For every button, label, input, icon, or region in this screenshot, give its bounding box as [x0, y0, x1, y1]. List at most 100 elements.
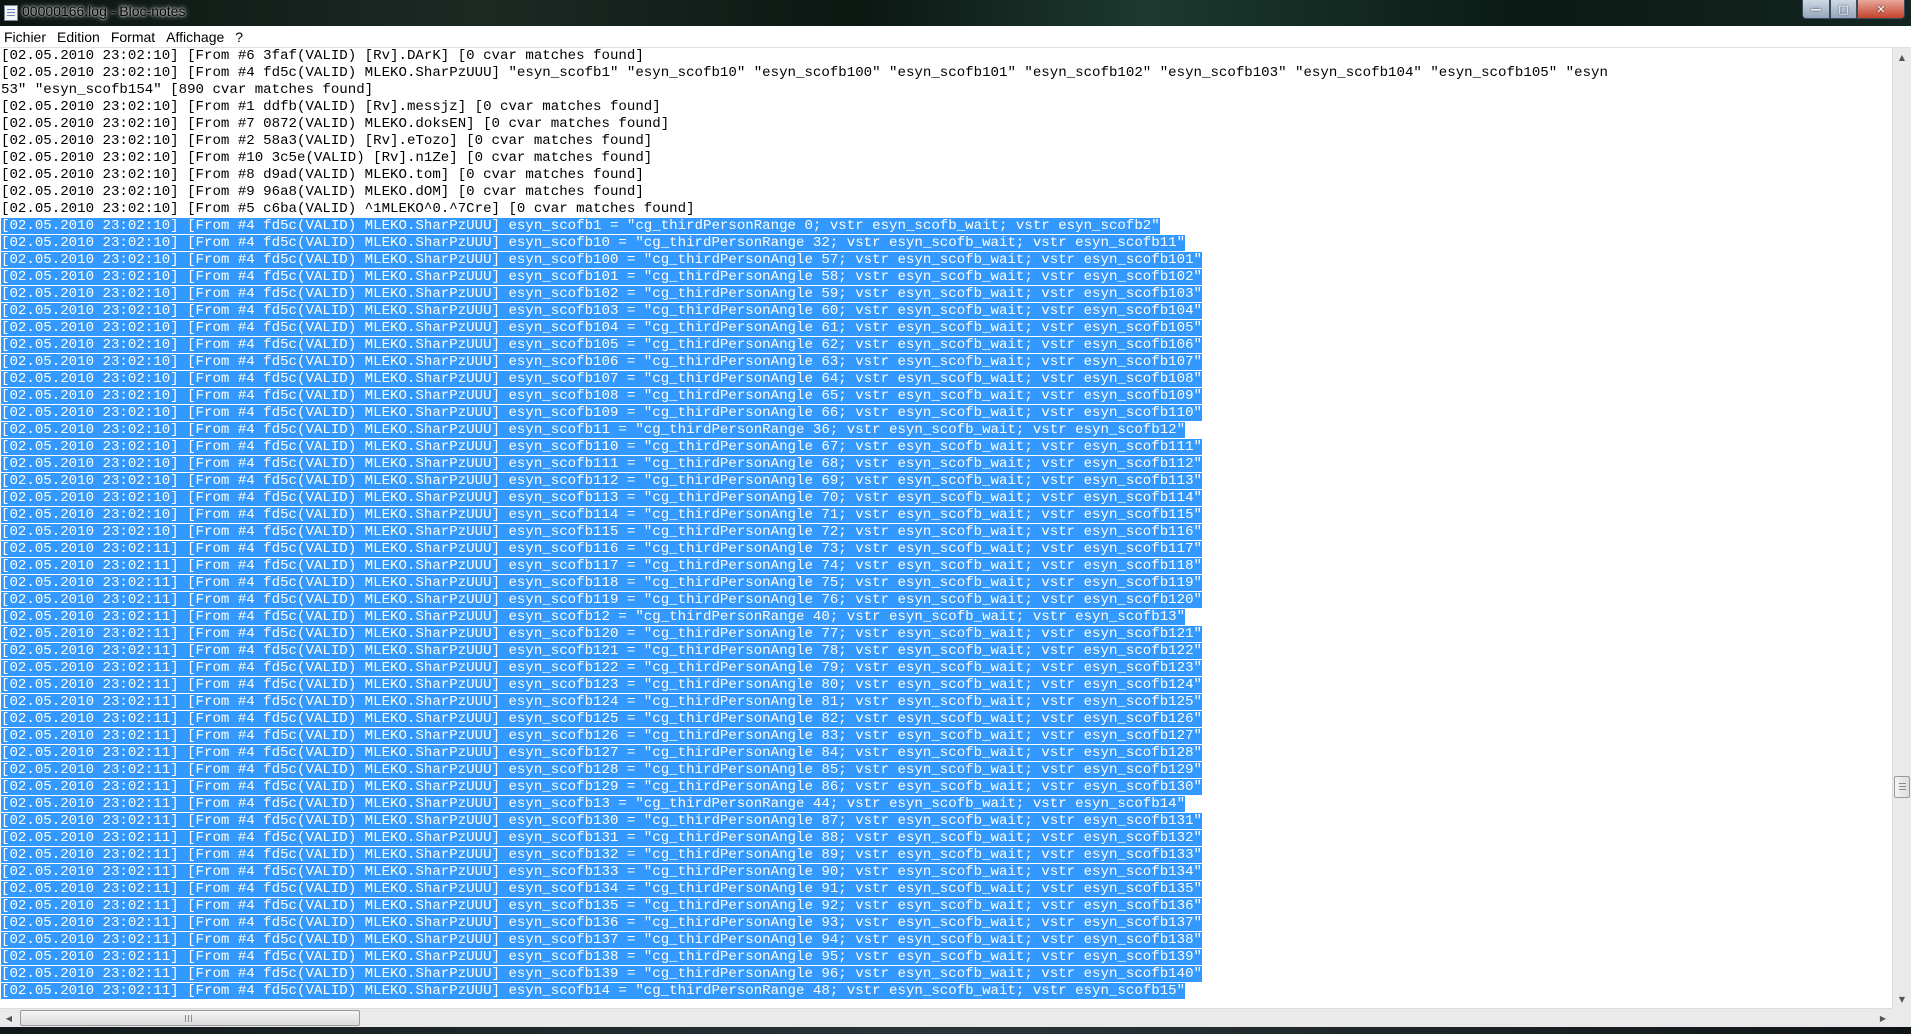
text-line[interactable]: [02.05.2010 23:02:10] [From #1 ddfb(VALI…: [1, 99, 1892, 116]
text-line-content: [02.05.2010 23:02:10] [From #5 c6ba(VALI…: [1, 201, 695, 217]
text-line[interactable]: [02.05.2010 23:02:10] [From #4 fd5c(VALI…: [1, 235, 1892, 252]
horizontal-scroll-thumb[interactable]: [20, 1010, 360, 1026]
text-line[interactable]: [02.05.2010 23:02:10] [From #2 58a3(VALI…: [1, 133, 1892, 150]
text-line-content: [02.05.2010 23:02:11] [From #4 fd5c(VALI…: [1, 779, 1202, 795]
menu-affichage[interactable]: Affichage: [162, 29, 231, 45]
scroll-up-icon[interactable]: ▲: [1893, 48, 1911, 66]
text-line[interactable]: [02.05.2010 23:02:10] [From #6 3faf(VALI…: [1, 48, 1892, 65]
text-line-content: [02.05.2010 23:02:11] [From #4 fd5c(VALI…: [1, 847, 1202, 863]
text-line-content: [02.05.2010 23:02:10] [From #4 fd5c(VALI…: [1, 439, 1202, 455]
text-line[interactable]: [02.05.2010 23:02:10] [From #4 fd5c(VALI…: [1, 524, 1892, 541]
maximize-button[interactable]: □: [1830, 0, 1857, 19]
text-line[interactable]: [02.05.2010 23:02:11] [From #4 fd5c(VALI…: [1, 694, 1892, 711]
text-line[interactable]: [02.05.2010 23:02:10] [From #4 fd5c(VALI…: [1, 422, 1892, 439]
text-line[interactable]: [02.05.2010 23:02:10] [From #4 fd5c(VALI…: [1, 218, 1892, 235]
text-line-content: [02.05.2010 23:02:10] [From #4 fd5c(VALI…: [1, 388, 1202, 404]
text-line[interactable]: [02.05.2010 23:02:11] [From #4 fd5c(VALI…: [1, 966, 1892, 983]
text-line[interactable]: [02.05.2010 23:02:10] [From #7 0872(VALI…: [1, 116, 1892, 133]
text-line[interactable]: [02.05.2010 23:02:11] [From #4 fd5c(VALI…: [1, 592, 1892, 609]
text-line[interactable]: [02.05.2010 23:02:10] [From #4 fd5c(VALI…: [1, 490, 1892, 507]
text-line[interactable]: [02.05.2010 23:02:11] [From #4 fd5c(VALI…: [1, 575, 1892, 592]
text-line[interactable]: [02.05.2010 23:02:10] [From #9 96a8(VALI…: [1, 184, 1892, 201]
text-line-content: [02.05.2010 23:02:10] [From #10 3c5e(VAL…: [1, 150, 653, 166]
text-line[interactable]: [02.05.2010 23:02:11] [From #4 fd5c(VALI…: [1, 813, 1892, 830]
minimize-icon: —: [1810, 2, 1822, 16]
text-line[interactable]: [02.05.2010 23:02:10] [From #4 fd5c(VALI…: [1, 439, 1892, 456]
horizontal-scrollbar[interactable]: ◀ ▶: [0, 1008, 1892, 1027]
scroll-down-icon[interactable]: ▼: [1893, 990, 1911, 1008]
text-line[interactable]: [02.05.2010 23:02:11] [From #4 fd5c(VALI…: [1, 745, 1892, 762]
scroll-left-icon[interactable]: ◀: [0, 1009, 18, 1027]
text-line[interactable]: [02.05.2010 23:02:11] [From #4 fd5c(VALI…: [1, 558, 1892, 575]
text-line[interactable]: [02.05.2010 23:02:10] [From #4 fd5c(VALI…: [1, 320, 1892, 337]
text-line[interactable]: [02.05.2010 23:02:10] [From #4 fd5c(VALI…: [1, 473, 1892, 490]
menu-fichier[interactable]: Fichier: [0, 29, 53, 45]
text-line[interactable]: [02.05.2010 23:02:11] [From #4 fd5c(VALI…: [1, 779, 1892, 796]
text-line[interactable]: [02.05.2010 23:02:10] [From #4 fd5c(VALI…: [1, 252, 1892, 269]
text-line[interactable]: [02.05.2010 23:02:10] [From #4 fd5c(VALI…: [1, 507, 1892, 524]
text-line[interactable]: [02.05.2010 23:02:10] [From #4 fd5c(VALI…: [1, 354, 1892, 371]
text-line-content: [02.05.2010 23:02:10] [From #4 fd5c(VALI…: [1, 320, 1202, 336]
text-line[interactable]: [02.05.2010 23:02:11] [From #4 fd5c(VALI…: [1, 711, 1892, 728]
text-line-content: [02.05.2010 23:02:10] [From #4 fd5c(VALI…: [1, 218, 1160, 234]
text-line[interactable]: [02.05.2010 23:02:11] [From #4 fd5c(VALI…: [1, 643, 1892, 660]
text-line[interactable]: [02.05.2010 23:02:10] [From #5 c6ba(VALI…: [1, 201, 1892, 218]
text-line[interactable]: [02.05.2010 23:02:11] [From #4 fd5c(VALI…: [1, 796, 1892, 813]
text-line[interactable]: [02.05.2010 23:02:11] [From #4 fd5c(VALI…: [1, 830, 1892, 847]
text-line-content: [02.05.2010 23:02:10] [From #4 fd5c(VALI…: [1, 303, 1202, 319]
vertical-scroll-thumb[interactable]: [1894, 776, 1910, 798]
text-line-content: [02.05.2010 23:02:11] [From #4 fd5c(VALI…: [1, 796, 1186, 812]
size-grip: [1892, 1008, 1911, 1027]
text-line[interactable]: [02.05.2010 23:02:11] [From #4 fd5c(VALI…: [1, 949, 1892, 966]
minimize-button[interactable]: —: [1802, 0, 1830, 19]
text-line[interactable]: [02.05.2010 23:02:11] [From #4 fd5c(VALI…: [1, 847, 1892, 864]
text-line-content: [02.05.2010 23:02:11] [From #4 fd5c(VALI…: [1, 558, 1202, 574]
text-content[interactable]: [02.05.2010 23:02:10] [From #6 3faf(VALI…: [0, 48, 1892, 1000]
text-line[interactable]: 53" "esyn_scofb154" [890 cvar matches fo…: [1, 82, 1892, 99]
text-line-content: [02.05.2010 23:02:11] [From #4 fd5c(VALI…: [1, 983, 1186, 999]
text-line[interactable]: [02.05.2010 23:02:11] [From #4 fd5c(VALI…: [1, 915, 1892, 932]
text-line-content: [02.05.2010 23:02:10] [From #4 fd5c(VALI…: [1, 405, 1202, 421]
text-line-content: [02.05.2010 23:02:10] [From #4 fd5c(VALI…: [1, 371, 1202, 387]
text-line[interactable]: [02.05.2010 23:02:11] [From #4 fd5c(VALI…: [1, 898, 1892, 915]
text-line[interactable]: [02.05.2010 23:02:10] [From #4 fd5c(VALI…: [1, 371, 1892, 388]
text-line[interactable]: [02.05.2010 23:02:11] [From #4 fd5c(VALI…: [1, 932, 1892, 949]
text-line[interactable]: [02.05.2010 23:02:11] [From #4 fd5c(VALI…: [1, 983, 1892, 1000]
title-bar[interactable]: 00000166.log - Bloc-notes — □ ✕: [0, 0, 1911, 26]
text-line-content: [02.05.2010 23:02:11] [From #4 fd5c(VALI…: [1, 643, 1202, 659]
text-editor-area[interactable]: [02.05.2010 23:02:10] [From #6 3faf(VALI…: [0, 48, 1892, 1008]
text-line[interactable]: [02.05.2010 23:02:10] [From #4 fd5c(VALI…: [1, 456, 1892, 473]
text-line[interactable]: [02.05.2010 23:02:11] [From #4 fd5c(VALI…: [1, 864, 1892, 881]
text-line[interactable]: [02.05.2010 23:02:11] [From #4 fd5c(VALI…: [1, 660, 1892, 677]
text-line[interactable]: [02.05.2010 23:02:10] [From #4 fd5c(VALI…: [1, 269, 1892, 286]
menu-help[interactable]: ?: [231, 29, 250, 45]
vertical-scrollbar[interactable]: ▲ ▼: [1892, 48, 1911, 1008]
menu-edition[interactable]: Edition: [53, 29, 107, 45]
text-line[interactable]: [02.05.2010 23:02:10] [From #8 d9ad(VALI…: [1, 167, 1892, 184]
text-line[interactable]: [02.05.2010 23:02:10] [From #4 fd5c(VALI…: [1, 65, 1892, 82]
text-line[interactable]: [02.05.2010 23:02:11] [From #4 fd5c(VALI…: [1, 609, 1892, 626]
text-line[interactable]: [02.05.2010 23:02:11] [From #4 fd5c(VALI…: [1, 728, 1892, 745]
text-line[interactable]: [02.05.2010 23:02:10] [From #4 fd5c(VALI…: [1, 388, 1892, 405]
text-line[interactable]: [02.05.2010 23:02:10] [From #4 fd5c(VALI…: [1, 337, 1892, 354]
text-line-content: [02.05.2010 23:02:10] [From #4 fd5c(VALI…: [1, 473, 1202, 489]
scroll-right-icon[interactable]: ▶: [1874, 1009, 1892, 1027]
text-line-content: [02.05.2010 23:02:11] [From #4 fd5c(VALI…: [1, 626, 1202, 642]
maximize-icon: □: [1838, 2, 1849, 16]
text-line[interactable]: [02.05.2010 23:02:11] [From #4 fd5c(VALI…: [1, 541, 1892, 558]
text-line[interactable]: [02.05.2010 23:02:10] [From #4 fd5c(VALI…: [1, 303, 1892, 320]
text-line[interactable]: [02.05.2010 23:02:11] [From #4 fd5c(VALI…: [1, 677, 1892, 694]
text-line-content: [02.05.2010 23:02:10] [From #4 fd5c(VALI…: [1, 65, 1608, 81]
text-line[interactable]: [02.05.2010 23:02:10] [From #10 3c5e(VAL…: [1, 150, 1892, 167]
notepad-icon: [4, 5, 18, 21]
text-line[interactable]: [02.05.2010 23:02:11] [From #4 fd5c(VALI…: [1, 762, 1892, 779]
text-line-content: [02.05.2010 23:02:11] [From #4 fd5c(VALI…: [1, 711, 1202, 727]
text-line-content: [02.05.2010 23:02:10] [From #4 fd5c(VALI…: [1, 286, 1202, 302]
text-line[interactable]: [02.05.2010 23:02:11] [From #4 fd5c(VALI…: [1, 881, 1892, 898]
text-line[interactable]: [02.05.2010 23:02:10] [From #4 fd5c(VALI…: [1, 405, 1892, 422]
text-line-content: [02.05.2010 23:02:10] [From #4 fd5c(VALI…: [1, 524, 1202, 540]
text-line[interactable]: [02.05.2010 23:02:11] [From #4 fd5c(VALI…: [1, 626, 1892, 643]
text-line[interactable]: [02.05.2010 23:02:10] [From #4 fd5c(VALI…: [1, 286, 1892, 303]
close-button[interactable]: ✕: [1857, 0, 1905, 19]
menu-format[interactable]: Format: [107, 29, 162, 45]
